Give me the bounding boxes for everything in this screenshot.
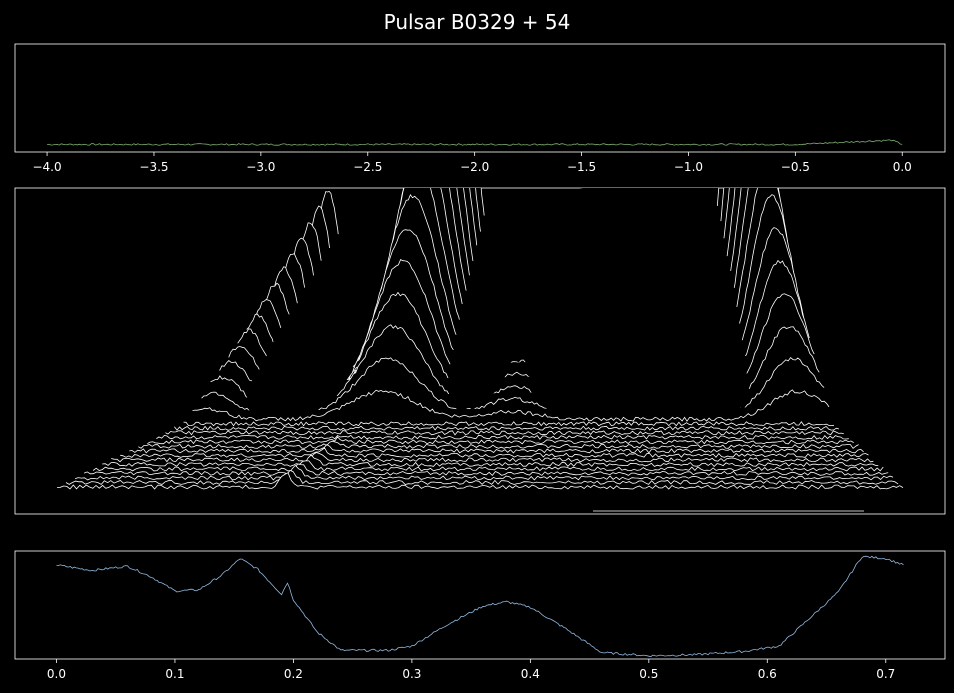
top-x-tick-label: −1.5 <box>567 160 596 174</box>
bottom-x-tick-label: 0.0 <box>47 667 66 681</box>
top-x-tick-label: −1.0 <box>674 160 703 174</box>
bottom-x-tick-label: 0.6 <box>758 667 777 681</box>
middle-panel-profile-line <box>183 421 835 427</box>
bottom-x-tick-label: 0.1 <box>165 667 184 681</box>
top-x-tick-label: −3.0 <box>246 160 275 174</box>
middle-panel-profile-line <box>165 430 844 436</box>
bottom-panel: 0.0 0.1 0.2 0.3 0.4 0.5 0.6 0.7 <box>14 550 946 681</box>
bottom-x-tick-label: 0.2 <box>284 667 303 681</box>
top-x-tick-label: 0.0 <box>893 160 912 174</box>
chart-title: Pulsar B0329 + 54 <box>384 10 571 34</box>
bottom-x-tick-label: 0.4 <box>521 667 540 681</box>
top-series-line <box>47 139 903 146</box>
top-x-tick-label: −4.0 <box>32 160 61 174</box>
top-panel-marks <box>47 139 903 146</box>
top-x-tick-label: −2.5 <box>353 160 382 174</box>
bottom-panel-x-axis: 0.0 0.1 0.2 0.3 0.4 0.5 0.6 0.7 <box>47 659 895 681</box>
middle-panel-profile-line <box>120 447 869 458</box>
middle-panel-profile-line <box>174 425 840 431</box>
top-panel-x-axis: −4.0 −3.5 −3.0 −2.5 −2.0 −1.5 −1.0 −0.5 0.0 <box>32 152 912 174</box>
bottom-panel-frame <box>14 550 946 660</box>
top-x-tick-label: −3.5 <box>139 160 168 174</box>
middle-panel <box>14 187 946 515</box>
bottom-series-line <box>56 555 904 658</box>
top-panel: −4.0 −3.5 −3.0 −2.5 −2.0 −1.5 −1.0 −0.5 0.0 <box>14 43 946 174</box>
top-x-tick-label: −0.5 <box>781 160 810 174</box>
bottom-x-tick-label: 0.7 <box>876 667 895 681</box>
bottom-x-tick-label: 0.5 <box>639 667 658 681</box>
top-x-tick-label: −2.0 <box>460 160 489 174</box>
middle-panel-marks <box>56 188 904 512</box>
bottom-x-tick-label: 0.3 <box>402 667 421 681</box>
top-panel-frame <box>14 43 946 153</box>
middle-panel-profile-line <box>156 434 849 440</box>
middle-panel-profile-line <box>56 472 904 490</box>
bottom-panel-marks <box>56 555 904 658</box>
figure: Pulsar B0329 + 54 −4.0 −3.5 −3.0 −2.5 −2.0 −1… <box>14 10 946 681</box>
